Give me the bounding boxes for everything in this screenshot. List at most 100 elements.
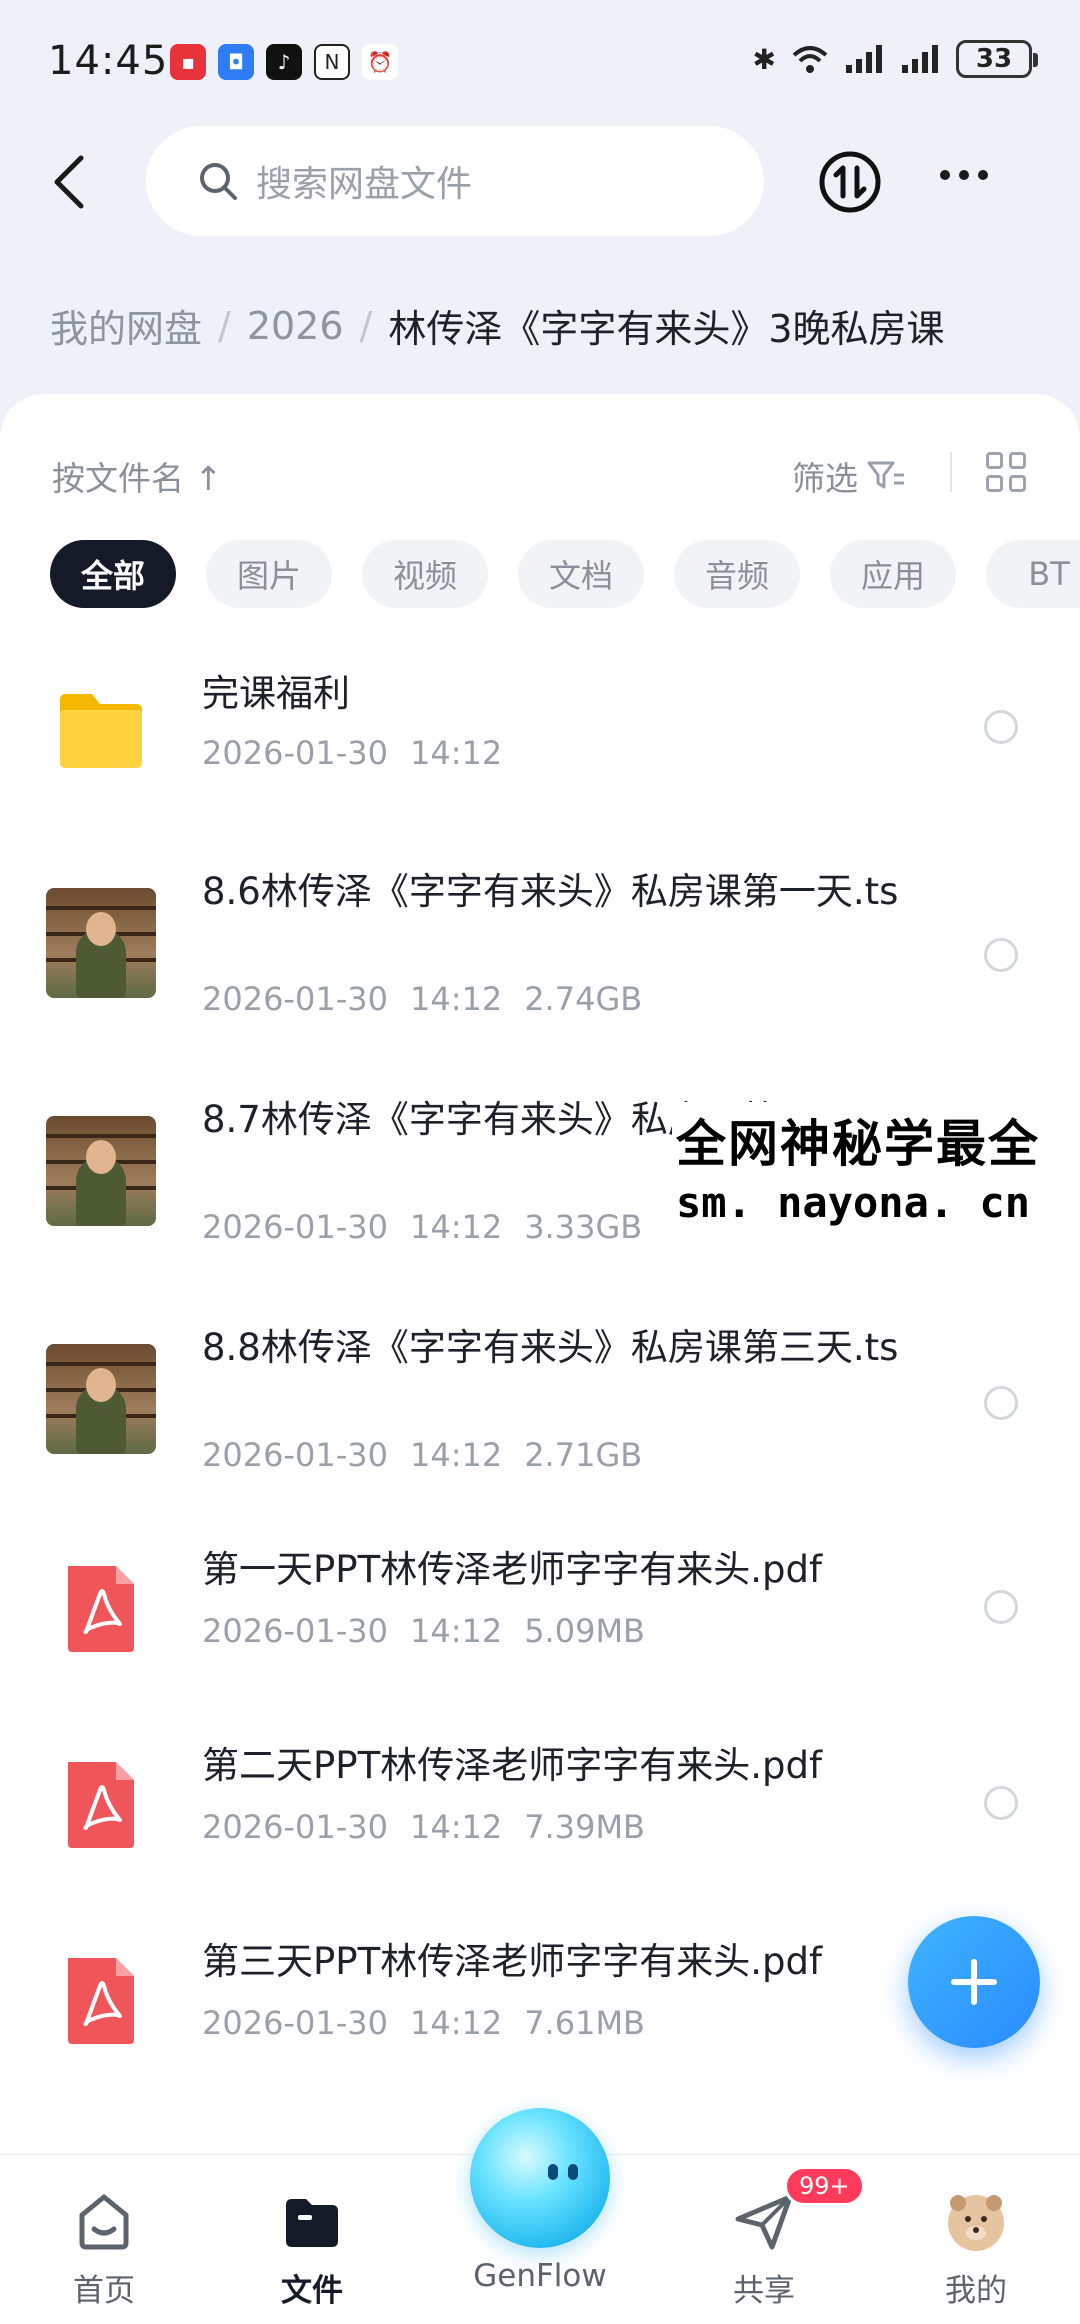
breadcrumb-separator: / [218, 303, 231, 348]
status-app-icons: ▪ ◘ ♪ N ⏰ [170, 44, 398, 80]
status-bar: 14:45 ▪ ◘ ♪ N ⏰ ✱ 33 [0, 0, 1080, 130]
file-name: 第三天PPT林传泽老师字字有来头.pdf [202, 1940, 822, 1983]
video-thumbnail [46, 1344, 156, 1454]
list-item[interactable]: 8.8林传泽《字字有来头》私房课第三天.ts 2026-01-30 14:12 2.… [0, 1318, 1080, 1478]
grid-icon [986, 452, 1003, 469]
file-date: 2026-01-30 [202, 2004, 388, 2042]
chip-bt[interactable]: BT [986, 540, 1080, 608]
file-date: 2026-01-30 [202, 1612, 388, 1650]
list-item[interactable]: 完课福利 2026-01-30 14:12 [0, 650, 1080, 800]
folder-nav-icon [286, 2199, 338, 2247]
nav-files-label: 文件 [281, 2273, 343, 2309]
cloud-app-icon: ◘ [218, 44, 254, 80]
chip-audio[interactable]: 音频 [674, 540, 800, 608]
breadcrumb-separator: / [359, 303, 373, 348]
dot [978, 170, 988, 180]
grid-icon [1009, 452, 1026, 469]
file-name: 第一天PPT林传泽老师字字有来头.pdf [202, 1548, 822, 1591]
breadcrumb-year[interactable]: 2026 [247, 304, 344, 348]
pdf-file-icon [68, 1566, 134, 1652]
file-size: 7.61MB [524, 2004, 645, 2042]
file-time: 14:12 [409, 1612, 503, 1650]
dot [940, 170, 950, 180]
nav-me-label: 我的 [945, 2273, 1007, 2309]
chip-documents[interactable]: 文档 [518, 540, 644, 608]
list-item[interactable]: 第一天PPT林传泽老师字字有来头.pdf 2026-01-30 14:12 5.09… [0, 1546, 1080, 1676]
more-options-button[interactable] [940, 170, 988, 180]
pdf-file-icon [68, 1762, 134, 1848]
back-button[interactable] [40, 150, 96, 214]
chip-apps[interactable]: 应用 [830, 540, 956, 608]
file-name: 8.6林传泽《字字有来头》私房课第一天.ts [202, 870, 899, 913]
list-item[interactable]: 第二天PPT林传泽老师字字有来头.pdf 2026-01-30 14:12 7.39… [0, 1742, 1080, 1872]
select-checkbox[interactable] [984, 1386, 1018, 1420]
chip-images[interactable]: 图片 [206, 540, 332, 608]
toolbar-divider [950, 452, 952, 492]
nav-home[interactable]: 首页 [34, 2189, 174, 2310]
dot [959, 170, 969, 180]
select-checkbox[interactable] [984, 1590, 1018, 1624]
search-icon [200, 163, 237, 200]
video-thumbnail [46, 1116, 156, 1226]
add-button[interactable] [908, 1916, 1040, 2048]
file-date: 2026-01-30 [202, 1436, 388, 1474]
list-item[interactable]: 8.6林传泽《字字有来头》私房课第一天.ts 2026-01-30 14:12 2.… [0, 862, 1080, 1022]
file-size: 3.33GB [524, 1208, 643, 1246]
watermark-line1: 全网神秘学最全 [676, 1115, 1040, 1173]
grid-view-button[interactable] [986, 452, 1026, 492]
chip-all[interactable]: 全部 [50, 540, 176, 608]
avatar [948, 2195, 1004, 2251]
shopping-app-icon: ▪ [170, 44, 206, 80]
file-size: 7.39MB [524, 1808, 645, 1846]
nav-files[interactable]: 文件 [242, 2189, 382, 2310]
select-checkbox[interactable] [984, 938, 1018, 972]
send-icon [735, 2194, 793, 2250]
file-meta: 2026-01-30 14:12 3.33GB [202, 1208, 642, 1246]
watermark-line2: sm. nayona. cn [676, 1178, 1031, 1227]
file-time: 14:12 [409, 1208, 503, 1246]
filter-button[interactable]: 筛选 [792, 452, 906, 500]
transfer-button[interactable] [818, 150, 882, 214]
chevron-left-icon [54, 155, 84, 209]
file-meta: 2026-01-30 14:12 7.39MB [202, 1808, 645, 1846]
filter-label: 筛选 [792, 459, 858, 498]
file-time: 14:12 [409, 1808, 503, 1846]
signal-icon [846, 45, 882, 73]
nav-share-label: 共享 [733, 2273, 795, 2309]
mascot-eye [568, 2164, 578, 2180]
search-input[interactable]: 搜索网盘文件 [146, 126, 764, 236]
thumb-shelf [46, 1134, 156, 1138]
thumb-shelf [46, 906, 156, 910]
select-checkbox[interactable] [984, 710, 1018, 744]
bluetooth-icon: ✱ [752, 42, 776, 76]
genflow-button[interactable] [470, 2108, 610, 2248]
file-time: 14:12 [409, 2004, 503, 2042]
nav-share[interactable]: 共享 [694, 2189, 834, 2310]
transfer-icon [819, 151, 881, 213]
share-badge: 99+ [784, 2166, 865, 2206]
alarm-icon: ⏰ [362, 44, 398, 80]
file-meta: 2026-01-30 14:12 [202, 734, 502, 772]
thumb-head [86, 1368, 116, 1402]
breadcrumb-root[interactable]: 我的网盘 [50, 298, 202, 353]
chip-videos[interactable]: 视频 [362, 540, 488, 608]
select-checkbox[interactable] [984, 1786, 1018, 1820]
file-meta: 2026-01-30 14:12 7.61MB [202, 2004, 645, 2042]
file-time: 14:12 [409, 734, 503, 772]
battery-indicator: 33 [956, 40, 1038, 78]
grid-icon [986, 475, 1003, 492]
file-date: 2026-01-30 [202, 734, 388, 772]
search-placeholder: 搜索网盘文件 [256, 164, 473, 205]
genflow-label: GenFlow [473, 2258, 607, 2294]
status-time: 14:45 [48, 38, 169, 84]
file-date: 2026-01-30 [202, 1808, 388, 1846]
nav-me[interactable]: 我的 [906, 2189, 1046, 2310]
plus-icon [951, 1959, 997, 2005]
file-time: 14:12 [409, 980, 503, 1018]
breadcrumb-current: 林传泽《字字有来头》3晚私房课 [388, 307, 945, 351]
file-time: 14:12 [409, 1436, 503, 1474]
signal-4g-icon [902, 45, 938, 73]
file-date: 2026-01-30 [202, 1208, 388, 1246]
sort-by-name-button[interactable]: 按文件名 ↑ [52, 452, 222, 500]
mascot-eye [548, 2164, 558, 2180]
